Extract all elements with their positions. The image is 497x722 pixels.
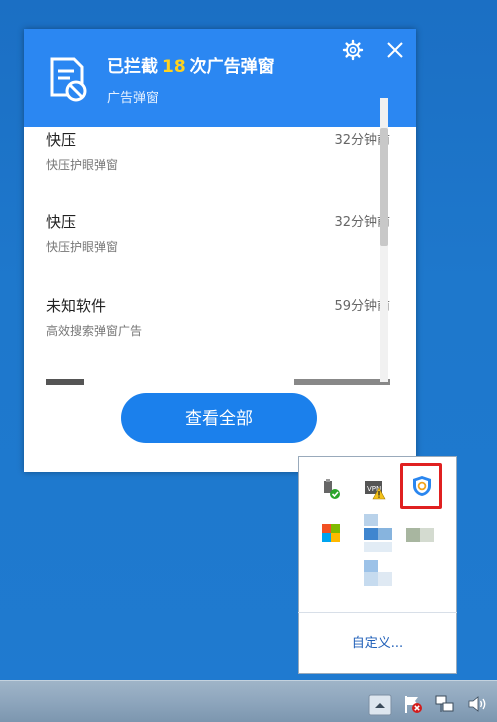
settings-gear-icon[interactable]: [342, 39, 364, 61]
popup-subtitle: 广告弹窗: [107, 91, 160, 106]
list-scrollbar-thumb[interactable]: [380, 128, 388, 246]
customize-link[interactable]: 自定义...: [298, 632, 457, 651]
blurred-app-icon-3[interactable]: [364, 560, 392, 590]
tray-divider: [298, 612, 457, 613]
close-icon[interactable]: [384, 39, 406, 61]
list-item[interactable]: 快压 32分钟前 快压护眼弹窗: [46, 211, 390, 271]
blurred-app-icon[interactable]: [364, 514, 394, 554]
title-prefix: 已拦截: [107, 57, 158, 77]
usb-safe-remove-icon[interactable]: [320, 478, 342, 500]
volume-icon[interactable]: [466, 694, 488, 714]
item-description: 高效搜索弹窗广告: [46, 324, 143, 338]
item-description: 快压护眼弹窗: [46, 158, 119, 172]
colorful-app-icon[interactable]: [320, 522, 342, 544]
highlight-frame: [400, 463, 442, 509]
list-item-partial: [46, 377, 390, 387]
popup-header: 已拦截 18 次广告弹窗 广告弹窗: [24, 29, 416, 127]
ad-block-document-icon: [50, 57, 87, 102]
popup-title: 已拦截 18 次广告弹窗: [107, 52, 275, 77]
view-all-button[interactable]: 查看全部: [121, 393, 317, 443]
item-app-name: 快压: [46, 131, 77, 149]
blocked-count: 18: [162, 57, 186, 77]
blocked-ads-list[interactable]: 快压 32分钟前 快压护眼弹窗 快压 32分钟前 快压护眼弹窗 未知软件 59分…: [24, 127, 416, 411]
list-item[interactable]: 快压 32分钟前 快压护眼弹窗: [46, 129, 390, 189]
item-app-name: 未知软件: [46, 297, 107, 315]
blurred-app-icon-2[interactable]: [406, 524, 436, 548]
action-center-flag-icon[interactable]: [402, 694, 424, 714]
network-icon[interactable]: [434, 694, 456, 714]
show-hidden-icons-icon[interactable]: [368, 694, 392, 716]
vpn-warning-icon[interactable]: VPN: [364, 478, 386, 500]
item-app-name: 快压: [46, 213, 77, 231]
title-suffix: 次广告弹窗: [189, 57, 275, 77]
item-description: 快压护眼弹窗: [46, 240, 119, 254]
list-item[interactable]: 未知软件 59分钟前 高效搜索弹窗广告: [46, 295, 390, 355]
